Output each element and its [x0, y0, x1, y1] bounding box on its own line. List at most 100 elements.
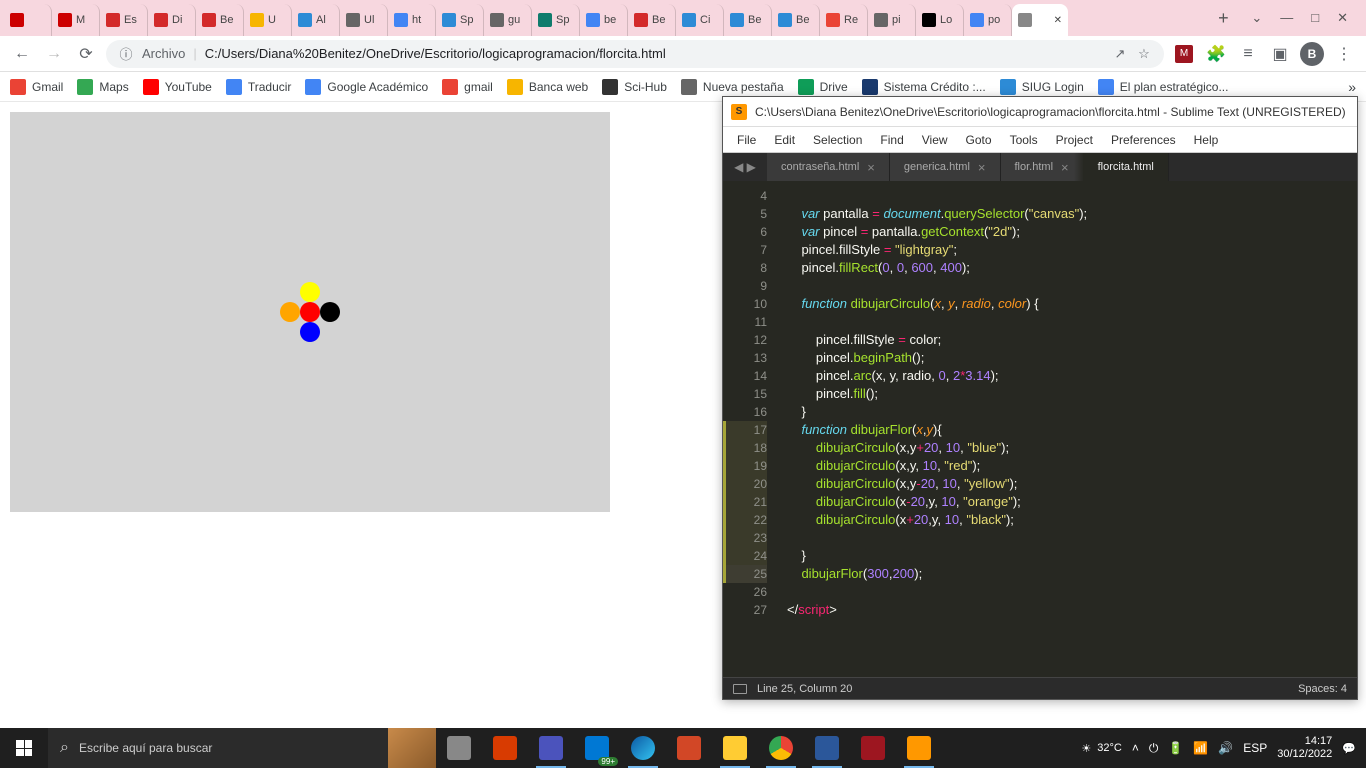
browser-tab[interactable]: Be	[196, 4, 244, 36]
menu-item[interactable]: Help	[1186, 130, 1227, 150]
bookmark-item[interactable]: Sistema Crédito :...	[862, 79, 986, 95]
new-tab-button[interactable]: +	[1209, 4, 1237, 32]
browser-tab[interactable]: U	[244, 4, 292, 36]
reading-list-icon[interactable]: ≡	[1236, 42, 1260, 66]
menu-item[interactable]: File	[729, 130, 764, 150]
share-icon[interactable]: ↗	[1112, 46, 1128, 62]
language-indicator[interactable]: ESP	[1243, 741, 1267, 755]
browser-tab[interactable]: ✕	[1012, 4, 1068, 36]
minimap[interactable]	[1341, 181, 1357, 677]
menu-item[interactable]: Preferences	[1103, 130, 1184, 150]
menu-item[interactable]: Goto	[958, 130, 1000, 150]
taskbar-app-word[interactable]	[804, 728, 850, 768]
taskbar-app-task-view[interactable]	[436, 728, 482, 768]
browser-tab[interactable]: ht	[388, 4, 436, 36]
tab-close-icon[interactable]: ×	[978, 160, 986, 175]
editor-tab[interactable]: flor.html×	[1001, 153, 1084, 181]
weather-widget[interactable]: ☀ 32°C	[1081, 742, 1121, 755]
browser-tab[interactable]: Be	[724, 4, 772, 36]
tab-dropdown-icon[interactable]: ⌄	[1251, 10, 1262, 26]
editor-tab[interactable]: florcita.html	[1084, 153, 1169, 181]
bookmark-item[interactable]: SIUG Login	[1000, 79, 1084, 95]
forward-button[interactable]: →	[42, 42, 66, 66]
taskbar-app-teams[interactable]	[528, 728, 574, 768]
bookmark-item[interactable]: Maps	[77, 79, 128, 95]
chrome-menu-icon[interactable]: ⋮	[1332, 42, 1356, 66]
side-panel-icon[interactable]: ▣	[1268, 42, 1292, 66]
browser-tab[interactable]: pi	[868, 4, 916, 36]
indent-setting[interactable]: Spaces: 4	[1298, 683, 1347, 695]
sublime-tab-nav[interactable]: ◀ ▶	[723, 153, 767, 181]
bookmark-item[interactable]: Google Académico	[305, 79, 428, 95]
browser-tab[interactable]: Di	[148, 4, 196, 36]
notifications-icon[interactable]: 💬	[1342, 742, 1356, 755]
taskbar-app-mendeley[interactable]	[850, 728, 896, 768]
browser-tab[interactable]: M	[52, 4, 100, 36]
taskbar-app-office[interactable]	[482, 728, 528, 768]
tab-close-icon[interactable]: ×	[1061, 160, 1069, 175]
browser-tab[interactable]: Sp	[436, 4, 484, 36]
browser-tab[interactable]: Lo	[916, 4, 964, 36]
taskbar-app-sublime[interactable]	[896, 728, 942, 768]
browser-tab[interactable]: Be	[772, 4, 820, 36]
browser-tab[interactable]: Es	[100, 4, 148, 36]
bookmark-item[interactable]: YouTube	[143, 79, 212, 95]
extension-mendeley-icon[interactable]: M	[1172, 42, 1196, 66]
bookmark-item[interactable]: El plan estratégico...	[1098, 79, 1229, 95]
maximize-button[interactable]: □	[1311, 10, 1319, 26]
taskbar-search[interactable]: ⌕ Escribe aquí para buscar	[48, 728, 388, 768]
taskbar-app-mail[interactable]: 99+	[574, 728, 620, 768]
bookmark-item[interactable]: Banca web	[507, 79, 588, 95]
menu-item[interactable]: Edit	[766, 130, 803, 150]
tab-close-icon[interactable]: ✕	[1054, 15, 1062, 26]
address-bar[interactable]: ⓘ Archivo | C:/Users/Diana%20Benitez/One…	[106, 40, 1164, 68]
bookmark-item[interactable]: Gmail	[10, 79, 63, 95]
bookmark-item[interactable]: Sci-Hub	[602, 79, 667, 95]
taskbar-app-edge[interactable]	[620, 728, 666, 768]
browser-tab[interactable]: Al	[292, 4, 340, 36]
profile-avatar[interactable]: B	[1300, 42, 1324, 66]
reload-button[interactable]: ⟳	[74, 42, 98, 66]
start-button[interactable]	[0, 728, 48, 768]
search-highlight-icon[interactable]	[388, 728, 436, 768]
menu-item[interactable]: Project	[1048, 130, 1101, 150]
menu-item[interactable]: Selection	[805, 130, 870, 150]
sublime-titlebar[interactable]: S C:\Users\Diana Benitez\OneDrive\Escrit…	[723, 97, 1357, 127]
bookmark-star-icon[interactable]: ☆	[1136, 46, 1152, 62]
volume-icon[interactable]: 🔊	[1218, 741, 1233, 755]
tab-close-icon[interactable]: ×	[867, 160, 875, 175]
taskbar-app-file-explorer[interactable]	[712, 728, 758, 768]
site-info-icon[interactable]: ⓘ	[118, 46, 134, 62]
browser-tab[interactable]: Ul	[340, 4, 388, 36]
power-icon[interactable]: ⏻	[1149, 741, 1159, 756]
menu-item[interactable]: View	[914, 130, 956, 150]
browser-tab[interactable]: be	[580, 4, 628, 36]
bookmark-item[interactable]: Nueva pestaña	[681, 79, 784, 95]
wifi-icon[interactable]: 📶	[1193, 741, 1208, 755]
minimize-button[interactable]: —	[1280, 10, 1293, 26]
browser-tab[interactable]	[4, 4, 52, 36]
menu-item[interactable]: Find	[872, 130, 911, 150]
browser-tab[interactable]: Ci	[676, 4, 724, 36]
status-panel-icon[interactable]	[733, 684, 747, 694]
browser-tab[interactable]: gu	[484, 4, 532, 36]
sublime-editor[interactable]: 4567891011121314151617181920212223242526…	[723, 181, 1357, 677]
taskbar-clock[interactable]: 14:17 30/12/2022	[1277, 735, 1332, 761]
taskbar-app-chrome[interactable]	[758, 728, 804, 768]
editor-tab[interactable]: contraseña.html×	[767, 153, 890, 181]
taskbar-app-powerpoint[interactable]	[666, 728, 712, 768]
bookmarks-overflow-icon[interactable]: »	[1348, 79, 1356, 95]
bookmark-item[interactable]: Drive	[798, 79, 848, 95]
browser-tab[interactable]: Re	[820, 4, 868, 36]
menu-item[interactable]: Tools	[1002, 130, 1046, 150]
browser-tab[interactable]: po	[964, 4, 1012, 36]
battery-icon[interactable]: 🔋	[1168, 741, 1183, 755]
code-area[interactable]: var pantalla = document.querySelector("c…	[777, 181, 1341, 677]
tray-overflow-icon[interactable]: ˄	[1132, 741, 1139, 755]
browser-tab[interactable]: Sp	[532, 4, 580, 36]
close-button[interactable]: ✕	[1337, 10, 1348, 26]
bookmark-item[interactable]: gmail	[442, 79, 493, 95]
extensions-icon[interactable]: 🧩	[1204, 42, 1228, 66]
browser-tab[interactable]: Be	[628, 4, 676, 36]
back-button[interactable]: ←	[10, 42, 34, 66]
